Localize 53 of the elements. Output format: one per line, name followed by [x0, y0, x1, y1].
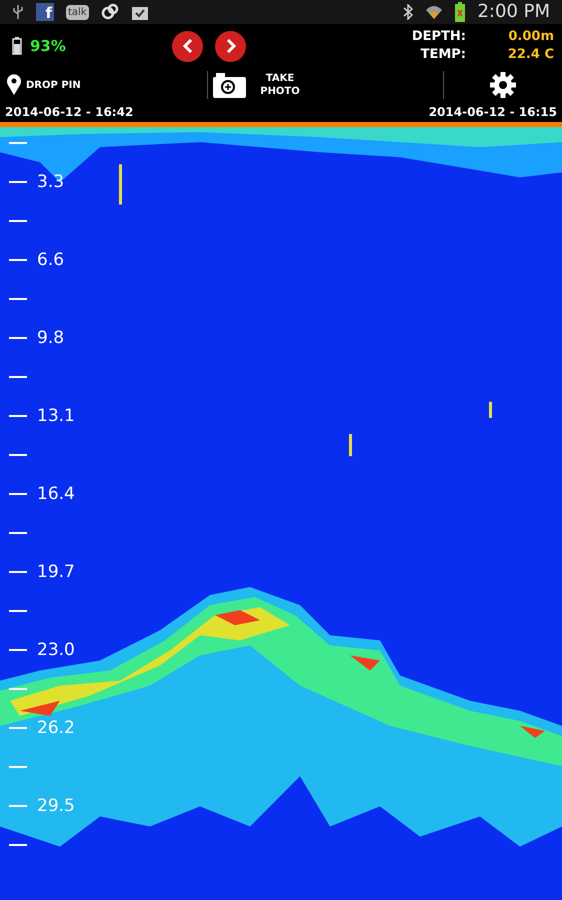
depth-tick [9, 220, 27, 222]
depth-label: 23.0 [37, 642, 75, 658]
wifi-icon [425, 4, 444, 20]
depth-label: 3.3 [37, 174, 64, 190]
depth-tick [9, 649, 27, 651]
depth-label: 16.4 [37, 486, 75, 502]
clock-time: 2:00 PM [477, 3, 550, 21]
talk-icon: talk [66, 4, 89, 20]
depth-label: 19.7 [37, 564, 75, 580]
temp-label: TEMP: [420, 46, 466, 64]
usb-icon [12, 4, 24, 20]
chevron-right-icon [226, 39, 236, 53]
depth-label: 13.1 [37, 408, 75, 424]
depth-tick [9, 727, 27, 729]
battery-charging-icon [455, 2, 466, 22]
depth-tick [9, 259, 27, 261]
depth-tick [9, 532, 27, 534]
depth-label: DEPTH: [412, 28, 466, 46]
depth-tick [9, 415, 27, 417]
map-pin-icon [6, 74, 22, 96]
depth-tick [9, 688, 27, 690]
depth-label: 9.8 [37, 330, 64, 346]
previous-button[interactable] [172, 30, 203, 62]
temp-value: 22.4 C [506, 46, 554, 64]
settings-icon [489, 71, 517, 99]
depth-tick [9, 298, 27, 300]
depth-tick [9, 493, 27, 495]
depth-tick [9, 181, 27, 183]
camera-icon [213, 72, 246, 98]
depth-tick [9, 337, 27, 339]
next-button[interactable] [215, 30, 246, 62]
depth-tick [9, 142, 27, 144]
depth-tick [9, 844, 27, 846]
drop-pin-button[interactable]: DROP PIN [0, 68, 207, 102]
take-photo-button[interactable]: TAKE PHOTO [208, 68, 443, 102]
depth-tick [9, 376, 27, 378]
sync-icon [100, 3, 119, 21]
depth-tick [9, 454, 27, 456]
chevron-left-icon [182, 39, 192, 53]
bluetooth-icon [403, 4, 414, 20]
battery-icon [12, 37, 22, 55]
facebook-icon: f [36, 3, 54, 21]
depth-value: 0.00m [507, 28, 554, 46]
start-timestamp: 2014-06-12 - 16:42 [5, 104, 134, 121]
depth-tick [9, 610, 27, 612]
depth-tick [9, 805, 27, 807]
end-timestamp: 2014-06-12 - 16:15 [428, 104, 557, 121]
depth-label: 26.2 [37, 720, 75, 736]
depth-tick [9, 571, 27, 573]
depth-label: 6.6 [37, 252, 64, 268]
battery-level: 93% [30, 36, 66, 57]
depth-tick [9, 766, 27, 768]
depth-label: 29.5 [37, 798, 75, 814]
